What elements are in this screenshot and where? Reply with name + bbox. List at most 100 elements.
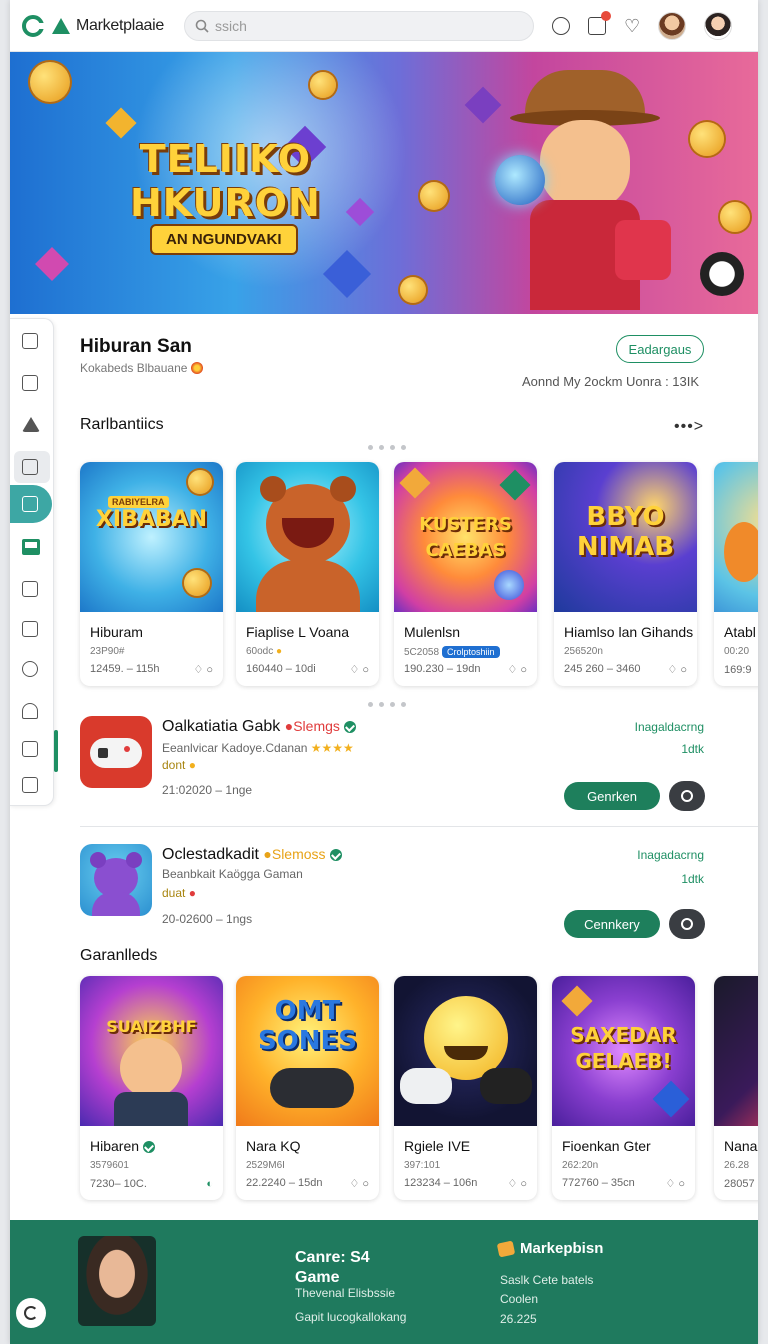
app-title[interactable]: Oalkatiatia Gabk ●Slemgs [162, 718, 357, 736]
smile-icon[interactable] [22, 661, 38, 677]
like-icon[interactable]: ♢ ○ [507, 1177, 527, 1190]
app-status: Inagadacrng [637, 848, 704, 862]
brand-name: Marketplaaie [76, 16, 165, 34]
get-button[interactable]: Genrken [564, 782, 660, 810]
more-link[interactable]: •••> [674, 418, 704, 436]
footer-brand[interactable]: Markepbisn [496, 1239, 603, 1258]
heart-icon[interactable]: ♡ [624, 17, 640, 35]
footer-text: Saslk Cete batels [500, 1273, 594, 1287]
game-meta: 397:101 [404, 1160, 441, 1171]
download-icon[interactable]: ◐ [206, 1178, 213, 1190]
gem-decoration [35, 247, 69, 281]
banner-subtitle: AN NGUNDVAKI [150, 224, 298, 255]
coin-decoration [420, 182, 448, 210]
like-icon[interactable]: ♢ ○ [507, 663, 527, 676]
game-meta: 60odc ● [246, 646, 283, 657]
notes-icon[interactable] [22, 621, 38, 637]
flag-icon[interactable] [22, 333, 38, 349]
logo[interactable]: Marketplaaie [22, 14, 165, 37]
section-action-button[interactable]: Eadargaus [616, 335, 704, 363]
document-icon[interactable] [22, 459, 38, 475]
game-card[interactable]: KUSTERS CAEBAS Mulenlsn 5C2058 Crolptoshi… [394, 462, 537, 686]
avatar[interactable] [658, 11, 687, 40]
app-highlight: ●Slemoss [263, 846, 326, 862]
gem-decoration [322, 249, 372, 299]
carousel-dots[interactable] [368, 445, 406, 450]
row-title: Garanlleds [80, 947, 158, 964]
app-status: Inagaldacrng [634, 720, 704, 734]
home-icon[interactable] [22, 417, 40, 432]
like-icon[interactable]: ♢ ○ [667, 663, 687, 676]
game-title: Hiburam [90, 624, 143, 640]
refresh-icon[interactable] [16, 1298, 46, 1328]
footer-title-line: Canre: S4 [295, 1249, 370, 1266]
star-icon[interactable] [22, 703, 38, 719]
game-card[interactable]: BBYO NIMAB Hiamlso lan Gihands 256520n 2… [554, 462, 697, 686]
game-card[interactable]: Atabl 00:20 169:9 [714, 462, 758, 686]
game-card[interactable]: SUAIZBHF Hibaren 3579601 7230– 10C. ◐ [80, 976, 223, 1200]
game-card[interactable]: SAXEDAR GELAEB! Fioenkan Gter 262:20n 77… [552, 976, 695, 1200]
footer-title-line: Game [295, 1269, 340, 1286]
game-art-title: SAXEDAR GELAEB! [570, 1023, 677, 1073]
hero-banner[interactable]: TELIIKO HKURON AN NGUNDVAKI [10, 52, 758, 314]
rating-stars: ★★★★ [310, 741, 354, 755]
game-card[interactable]: Rgiele IVE 397:101 123234 – 106n ♢ ○ [394, 976, 537, 1200]
notification-badge [601, 10, 612, 21]
app-window: Marketplaaie ♡ TELIIKO HKURON A [10, 0, 758, 1344]
profile-avatar[interactable] [704, 11, 733, 40]
app-icon[interactable] [80, 844, 152, 916]
list-icon[interactable] [22, 581, 38, 597]
search-bar[interactable] [184, 10, 535, 41]
section-subtitle: Kokabeds Blbauane [80, 361, 204, 375]
carousel-dots[interactable] [368, 702, 406, 707]
app-icon[interactable] [80, 716, 152, 788]
brand-icon [496, 1239, 516, 1258]
ball-decoration [700, 252, 744, 296]
options-icon[interactable] [669, 909, 705, 939]
like-icon[interactable]: ♢ ○ [349, 663, 369, 676]
game-card[interactable]: RABIYELRA XIBABAN Hiburam 23P90# 12459. … [80, 462, 223, 686]
app-highlight: ●Slemgs [284, 718, 340, 734]
grid-icon[interactable] [22, 741, 38, 757]
options-icon[interactable] [669, 781, 705, 811]
verified-icon [344, 720, 357, 733]
footer-link[interactable]: Gapit lucogkallokang [295, 1310, 406, 1324]
game-title: Hiamlso lan Gihands [564, 624, 694, 640]
coin-decoration [30, 62, 70, 102]
app-title[interactable]: Oclestadkadit ●Slemoss [162, 846, 342, 864]
compass-icon[interactable] [552, 16, 571, 35]
footer-title: Canre: S4 Game [295, 1248, 370, 1288]
search-input[interactable] [215, 17, 516, 34]
like-icon[interactable]: ♢ ○ [665, 1177, 685, 1190]
game-art: RABIYELRA XIBABAN [80, 462, 223, 612]
nav-item-active[interactable] [10, 485, 52, 523]
gem-decoration [105, 107, 137, 139]
game-art: SUAIZBHF [80, 976, 223, 1126]
like-icon[interactable]: ♢ ○ [349, 1177, 369, 1190]
game-stats: 28057 [724, 1178, 755, 1190]
bag-icon[interactable] [588, 10, 612, 35]
game-stats: 160440 – 10di [246, 663, 316, 675]
game-art-title: KUSTERS CAEBAS [419, 514, 512, 561]
image-icon[interactable] [22, 777, 38, 793]
window-icon[interactable] [22, 539, 40, 555]
section-subtitle-text: Kokabeds Blbauane [80, 361, 188, 375]
get-button[interactable]: Cennkery [564, 910, 660, 938]
row-title: Rarlbantiics [80, 416, 164, 433]
game-art [236, 462, 379, 612]
game-art-title: OMT SONES [257, 996, 358, 1056]
game-title: Nanak [724, 1138, 758, 1154]
scroll-indicator [54, 730, 58, 772]
app-description: Eeanlvicar Kadoye.Cdanan ★★★★ [162, 741, 354, 755]
brand-c-icon [22, 14, 45, 37]
game-card[interactable]: OMT SONES Nara KQ 2529M6I 22.2240 – 15dn… [236, 976, 379, 1200]
game-stats: 12459. – 115h [90, 663, 160, 675]
coin-decoration [310, 72, 336, 98]
footer: Canre: S4 Game Thevenal Elisbssie Gapit … [10, 1220, 758, 1344]
game-card[interactable]: Nanak 26.28 28057 [714, 976, 758, 1200]
calendar-icon[interactable] [22, 375, 38, 391]
coin-decoration [720, 202, 750, 232]
like-icon[interactable]: ♢ ○ [193, 663, 213, 676]
game-card[interactable]: Fiaplise L Voana 60odc ● 160440 – 10di ♢ … [236, 462, 379, 686]
creator-photo[interactable] [78, 1236, 156, 1326]
